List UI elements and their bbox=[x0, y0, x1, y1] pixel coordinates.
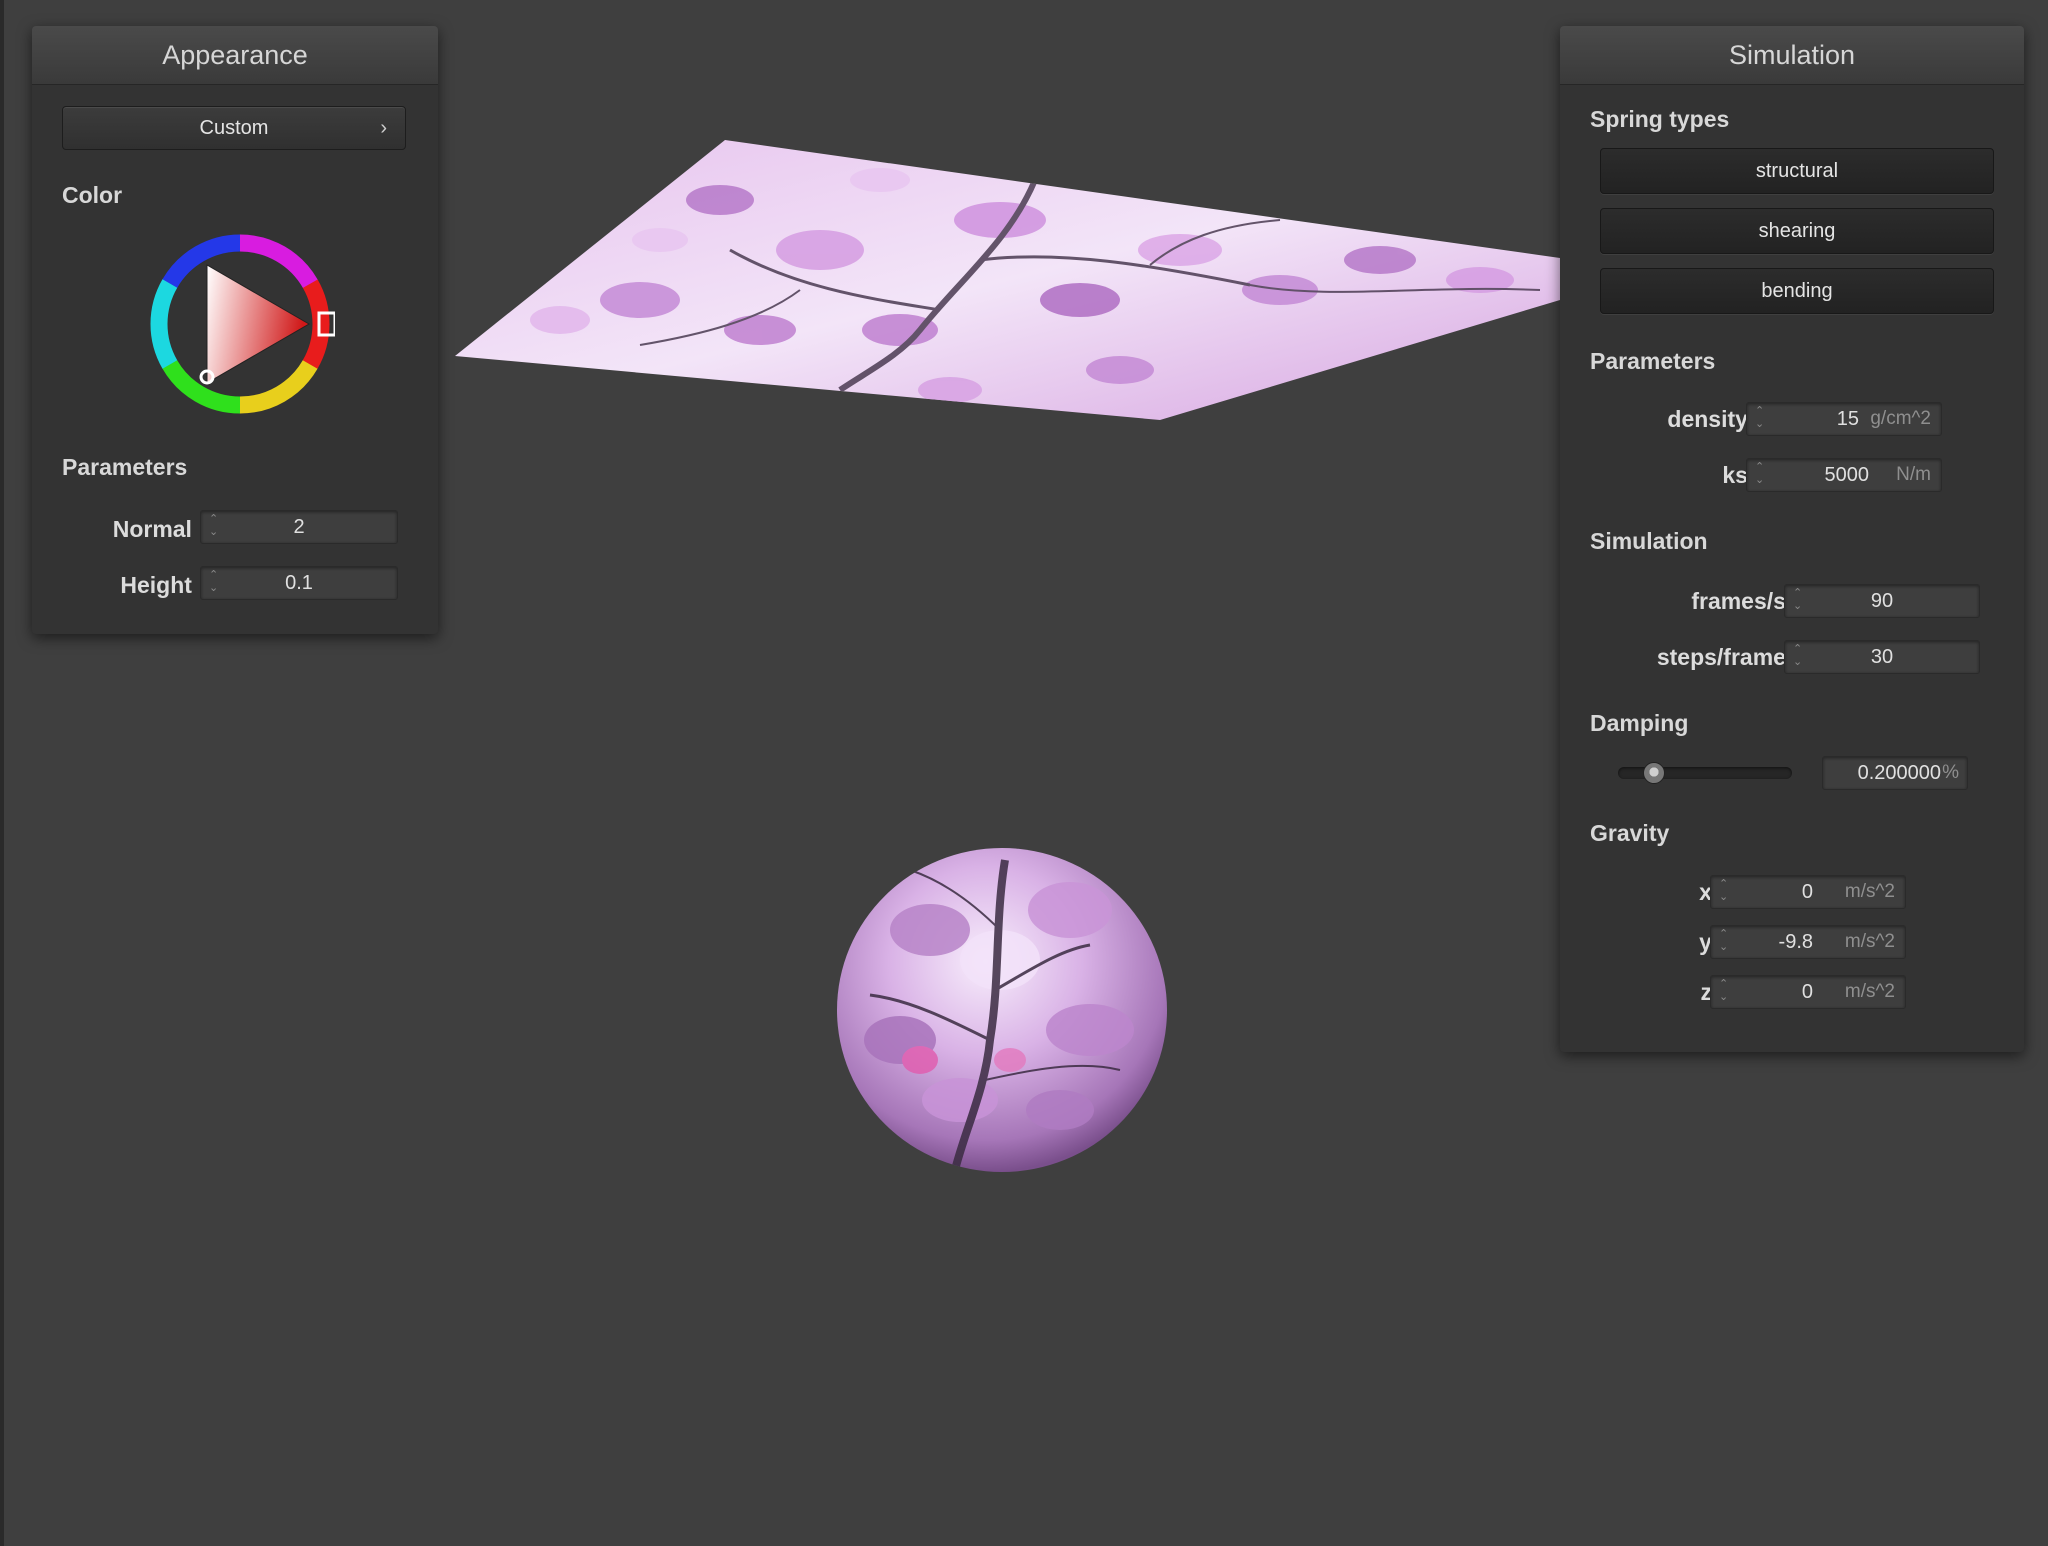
appearance-panel: Appearance Custom › Color Parameters Nor… bbox=[32, 26, 438, 634]
ks-input[interactable]: ⌃ ⌄ 5000 N/m bbox=[1746, 458, 1942, 492]
steps-label: steps/frame : bbox=[1656, 644, 1800, 670]
density-input[interactable]: ⌃ ⌄ 15 g/cm^2 bbox=[1746, 402, 1942, 436]
chevron-right-icon: › bbox=[380, 117, 387, 139]
spin-arrows-icon[interactable]: ⌃ ⌄ bbox=[1753, 461, 1767, 489]
density-label: density : bbox=[1667, 406, 1762, 432]
spin-arrows-icon[interactable]: ⌃ ⌄ bbox=[1753, 405, 1767, 433]
collision-sphere bbox=[837, 848, 1167, 1172]
preset-dropdown-button[interactable]: Custom › bbox=[62, 106, 406, 150]
gravity-label: Gravity bbox=[1590, 820, 1670, 846]
sim-section-label: Simulation bbox=[1590, 528, 1708, 554]
fps-label: frames/s : bbox=[1691, 588, 1800, 614]
bending-toggle-button[interactable]: bending bbox=[1600, 268, 1994, 314]
height-label: Height : bbox=[120, 572, 206, 598]
ks-label: ks : bbox=[1722, 462, 1762, 488]
shearing-toggle-button[interactable]: shearing bbox=[1600, 208, 1994, 254]
simulation-panel: Simulation Spring types structural shear… bbox=[1560, 26, 2024, 1052]
color-wheel-icon[interactable] bbox=[145, 229, 335, 419]
cloth-mesh bbox=[455, 140, 1560, 420]
gravity-y-label: y : bbox=[1699, 929, 1726, 955]
color-label: Color bbox=[62, 182, 123, 208]
simulation-title[interactable]: Simulation bbox=[1560, 26, 2024, 85]
structural-toggle-button[interactable]: structural bbox=[1600, 148, 1994, 194]
preset-label: Custom bbox=[199, 117, 269, 139]
normal-input[interactable]: ⌃ ⌄ 2 bbox=[200, 510, 398, 544]
height-input[interactable]: ⌃ ⌄ 0.1 bbox=[200, 566, 398, 600]
damping-input[interactable]: 0.200000 % bbox=[1822, 756, 1968, 790]
gravity-y-input[interactable]: ⌃ ⌄ -9.8 m/s^2 bbox=[1710, 925, 1906, 959]
spin-arrows-icon[interactable]: ⌃ ⌄ bbox=[1717, 928, 1731, 956]
spin-arrows-icon[interactable]: ⌃ ⌄ bbox=[1717, 978, 1731, 1006]
steps-input[interactable]: ⌃ ⌄ 30 bbox=[1784, 640, 1980, 674]
gravity-z-label: z : bbox=[1700, 979, 1726, 1005]
damping-label: Damping bbox=[1590, 710, 1689, 736]
sim-params-label: Parameters bbox=[1590, 348, 1716, 374]
appearance-params-label: Parameters bbox=[62, 454, 188, 480]
gravity-z-input[interactable]: ⌃ ⌄ 0 m/s^2 bbox=[1710, 975, 1906, 1009]
gravity-x-input[interactable]: ⌃ ⌄ 0 m/s^2 bbox=[1710, 875, 1906, 909]
fps-input[interactable]: ⌃ ⌄ 90 bbox=[1784, 584, 1980, 618]
normal-label: Normal : bbox=[112, 516, 206, 542]
damping-slider-handle[interactable] bbox=[1642, 762, 1665, 784]
spin-arrows-icon[interactable]: ⌃ ⌄ bbox=[1717, 878, 1731, 906]
spring-types-label: Spring types bbox=[1590, 106, 1730, 132]
damping-slider[interactable] bbox=[1618, 762, 1792, 784]
appearance-title[interactable]: Appearance bbox=[32, 26, 438, 85]
gravity-x-label: x : bbox=[1699, 879, 1726, 905]
